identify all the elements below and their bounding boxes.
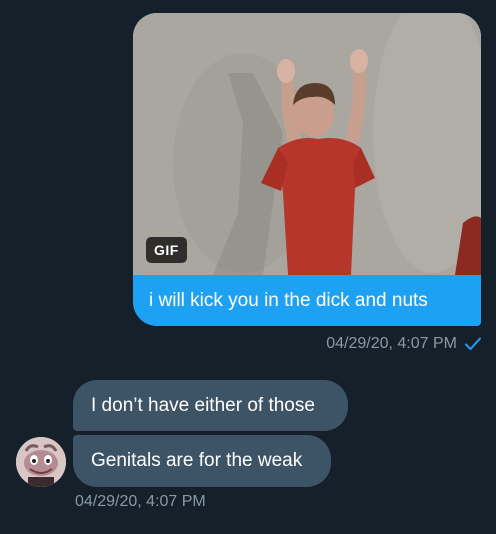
avatar[interactable] <box>16 437 66 487</box>
sent-timestamp: 04/29/20, 4:07 PM <box>326 335 457 352</box>
gif-media[interactable]: GIF <box>133 13 481 275</box>
received-message-bubble[interactable]: Genitals are for the weak <box>73 435 331 487</box>
sent-message-text: i will kick you in the dick and nuts <box>149 290 428 311</box>
gif-frame-illustration <box>133 13 481 275</box>
avatar-image <box>16 437 66 487</box>
sent-message-card[interactable]: GIF i will kick you in the dick and nuts <box>133 13 481 326</box>
check-icon <box>464 335 482 353</box>
received-timestamp: 04/29/20, 4:07 PM <box>75 493 206 510</box>
gif-badge: GIF <box>146 237 187 263</box>
sent-message-meta: 04/29/20, 4:07 PM <box>326 333 482 355</box>
received-message-bubble[interactable]: I don’t have either of those <box>73 380 348 431</box>
